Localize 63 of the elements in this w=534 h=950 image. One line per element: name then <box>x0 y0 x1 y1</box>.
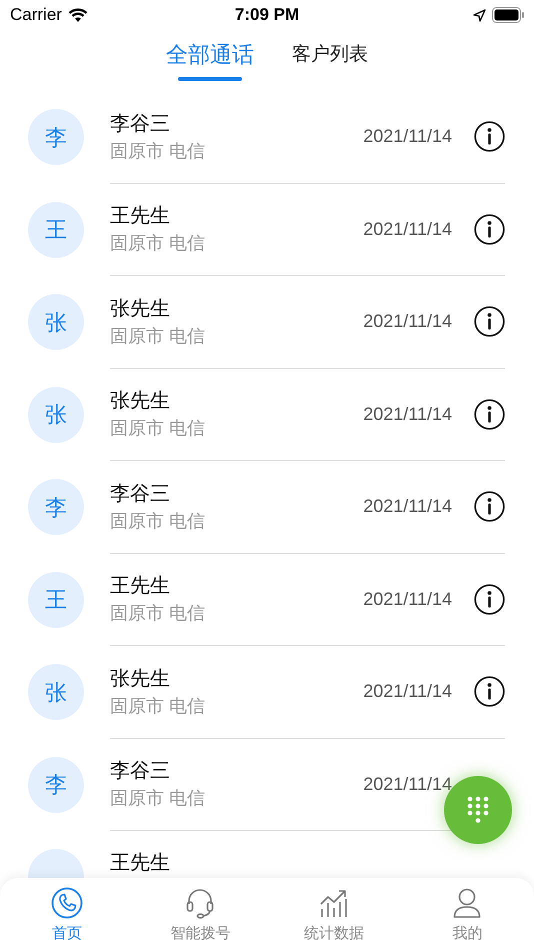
info-button[interactable] <box>474 306 505 338</box>
location-carrier: 固原市 电信 <box>110 602 206 626</box>
info-icon <box>474 676 505 708</box>
bottom-tab[interactable]: 统计数据 <box>267 878 400 950</box>
avatar: 李 <box>28 756 84 813</box>
info-button[interactable] <box>474 214 505 245</box>
bottom-tab[interactable]: 智能拨号 <box>134 878 267 950</box>
call-date: 2021/11/14 <box>363 125 452 148</box>
bottom-tab[interactable]: 我的 <box>400 878 534 950</box>
dialpad-icon <box>467 796 489 824</box>
contact-name: 张先生 <box>110 296 171 322</box>
call-date: 2021/11/14 <box>363 772 452 796</box>
location-carrier: 固原市 电信 <box>110 140 206 163</box>
avatar: 王 <box>28 572 84 628</box>
person-icon <box>451 887 484 919</box>
info-icon <box>474 306 505 338</box>
contact-name: 王先生 <box>110 851 170 876</box>
avatar: 李 <box>28 479 84 536</box>
location-carrier: 固原市 电信 <box>110 232 206 256</box>
info-button[interactable] <box>474 676 505 708</box>
contact-name: 李谷三 <box>110 112 171 137</box>
info-button[interactable] <box>474 491 505 522</box>
info-icon <box>474 584 505 615</box>
headset-icon <box>184 887 216 919</box>
avatar: 李 <box>28 109 84 166</box>
info-icon <box>474 214 505 245</box>
bottom-tab[interactable]: 首页 <box>0 878 134 950</box>
avatar: 张 <box>28 386 84 443</box>
top-tab[interactable]: 客户列表 <box>292 40 368 81</box>
battery-icon <box>492 7 524 23</box>
contact-name: 张先生 <box>110 389 171 414</box>
location-carrier: 固原市 电信 <box>110 694 206 718</box>
avatar: 张 <box>28 664 84 720</box>
call-date: 2021/11/14 <box>363 310 452 334</box>
wifi-icon <box>68 8 88 22</box>
location-carrier: 固原市 电信 <box>110 510 206 533</box>
avatar: 张 <box>28 294 84 350</box>
contact-name: 李谷三 <box>110 482 171 507</box>
contact-name: 王先生 <box>110 204 171 230</box>
location-arrow-icon <box>473 8 486 22</box>
clock: 7:09 PM <box>234 4 300 26</box>
info-button[interactable] <box>474 121 505 152</box>
location-carrier: 固原市 电信 <box>110 417 206 440</box>
carrier-label: Carrier <box>10 4 62 26</box>
contact-name: 李谷三 <box>110 759 171 784</box>
location-carrier: 固原市 电信 <box>110 324 206 348</box>
call-date: 2021/11/14 <box>363 218 452 241</box>
contact-name: 王先生 <box>110 574 171 600</box>
call-date: 2021/11/14 <box>363 680 452 704</box>
location-carrier: 固原市 电信 <box>110 787 206 810</box>
contact-name: 张先生 <box>110 666 171 692</box>
chart-icon <box>318 887 350 919</box>
info-icon <box>474 121 505 152</box>
info-icon <box>474 491 505 522</box>
info-button[interactable] <box>474 584 505 615</box>
info-icon <box>474 398 505 430</box>
call-date: 2021/11/14 <box>363 402 452 426</box>
top-tab[interactable]: 全部通话 <box>166 40 254 81</box>
call-date: 2021/11/14 <box>363 588 452 611</box>
info-button[interactable] <box>474 398 505 430</box>
avatar: 王 <box>28 202 84 258</box>
phone-icon <box>50 887 83 919</box>
call-date: 2021/11/14 <box>363 495 452 518</box>
